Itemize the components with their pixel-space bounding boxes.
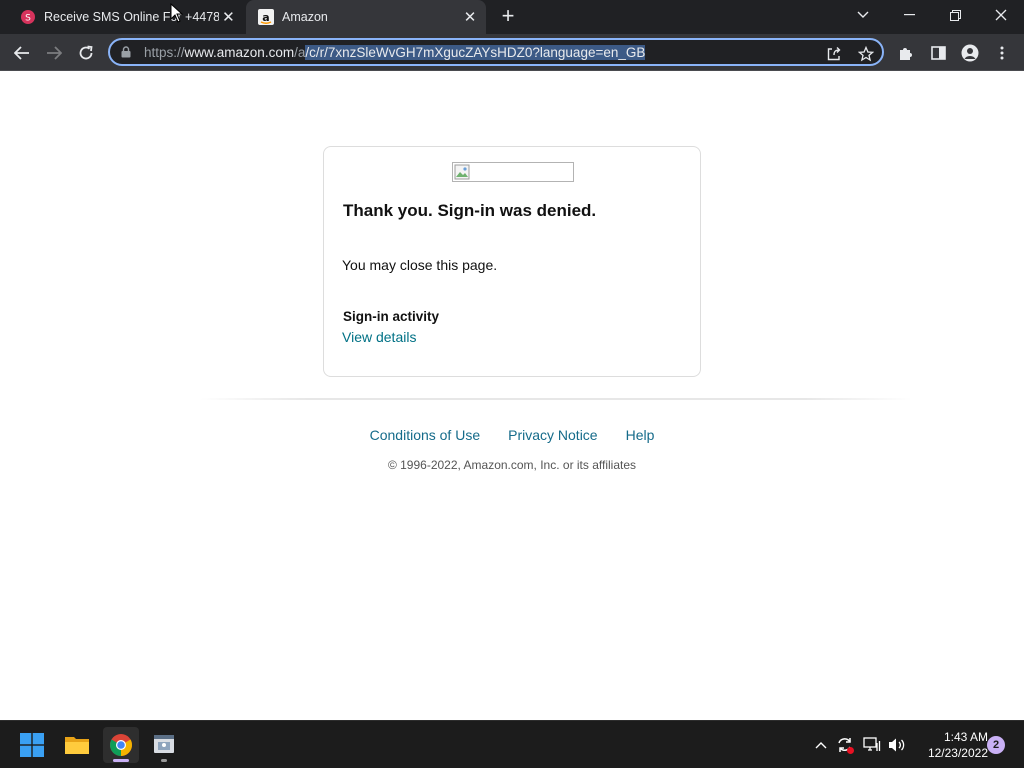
footer-divider [200,398,912,400]
file-explorer-button[interactable] [59,727,95,763]
page-content: Thank you. Sign-in was denied. You may c… [0,71,1024,720]
running-indicator [161,759,167,762]
clock-time: 1:43 AM [943,730,988,744]
svg-text:a: a [262,11,269,24]
tab-receive-sms[interactable]: S Receive SMS Online For +44789 ✕ [8,0,244,34]
windows-logo-icon [20,733,44,757]
new-tab-button[interactable]: + [496,5,520,28]
folder-icon [65,737,89,754]
clock-date: 12/23/2022 [927,746,988,760]
app-window-icon [154,735,174,753]
taskbar: 1:43 AM 12/23/2022 [0,720,1024,768]
profile-avatar-icon[interactable] [956,39,984,67]
close-page-message: You may close this page. [342,257,498,273]
address-bar[interactable]: https://www.amazon.com/a/c/r/7xnzSleWvGH… [108,38,884,66]
copyright-text: © 1996-2022, Amazon.com, Inc. or its aff… [387,458,637,472]
view-details-link[interactable]: View details [342,329,416,345]
app-window-taskbar-button[interactable] [146,727,182,763]
sms-site-favicon-icon: S [20,9,36,25]
chrome-icon [110,734,132,756]
extensions-puzzle-icon[interactable] [892,39,920,67]
sign-in-denied-card: Thank you. Sign-in was denied. You may c… [323,146,701,377]
url-host: www.amazon.com [184,44,295,60]
amazon-favicon-icon: a [258,9,274,25]
svg-text:S: S [25,14,31,24]
volume-icon[interactable] [886,734,908,756]
share-icon[interactable] [824,44,844,64]
conditions-of-use-link[interactable]: Conditions of Use [370,427,481,443]
browser-toolbar: https://www.amazon.com/a/c/r/7xnzSleWvGH… [0,34,1024,71]
bookmark-star-icon[interactable] [856,44,876,64]
broken-image-icon [454,164,470,180]
screen: S Receive SMS Online For +44789 ✕ a Amaz… [0,0,1024,768]
close-tab-icon[interactable]: ✕ [460,7,480,27]
url-selected-path: /c/r/7xnzSleWvGH7mXgucZAYsHDZ0?language=… [305,44,646,60]
tab-amazon[interactable]: a Amazon ✕ [246,0,486,34]
restore-icon[interactable] [932,0,978,30]
notification-badge[interactable]: 2 [987,736,1005,754]
privacy-notice-link[interactable]: Privacy Notice [508,427,597,443]
page-heading: Thank you. Sign-in was denied. [343,201,597,220]
close-tab-icon[interactable]: ✕ [219,7,238,27]
tab-title: Amazon [282,10,328,24]
side-panel-icon[interactable] [924,39,952,67]
taskbar-clock[interactable]: 1:43 AM 12/23/2022 [912,729,988,761]
running-indicator [113,759,129,762]
url-scheme: https:// [144,44,185,60]
back-arrow-icon[interactable] [8,39,36,67]
help-link[interactable]: Help [626,427,655,443]
start-button[interactable] [14,727,50,763]
minimize-icon[interactable] [886,0,932,30]
amazon-logo-broken-image [452,162,574,182]
network-icon[interactable] [861,734,883,756]
url-text[interactable]: https://www.amazon.com/a/c/r/7xnzSleWvGH… [144,44,646,60]
show-hidden-icons-chevron-icon[interactable] [810,734,832,756]
more-menu-icon[interactable] [988,39,1016,67]
forward-arrow-icon[interactable] [40,39,68,67]
lock-icon[interactable] [121,46,135,58]
chrome-taskbar-button[interactable] [103,727,139,763]
url-path-start: /a [294,44,306,60]
close-window-icon[interactable] [978,0,1024,30]
tab-title: Receive SMS Online For +44789 [44,10,219,24]
sync-alert-icon[interactable] [834,734,856,756]
reload-icon[interactable] [72,39,100,67]
footer-links: Conditions of Use Privacy Notice Help [0,427,1024,443]
sign-in-activity-title: Sign-in activity [343,309,440,324]
tab-search-chevron-icon[interactable] [840,0,886,30]
mouse-cursor-icon [170,3,184,23]
tab-strip: S Receive SMS Online For +44789 ✕ a Amaz… [0,0,1024,34]
